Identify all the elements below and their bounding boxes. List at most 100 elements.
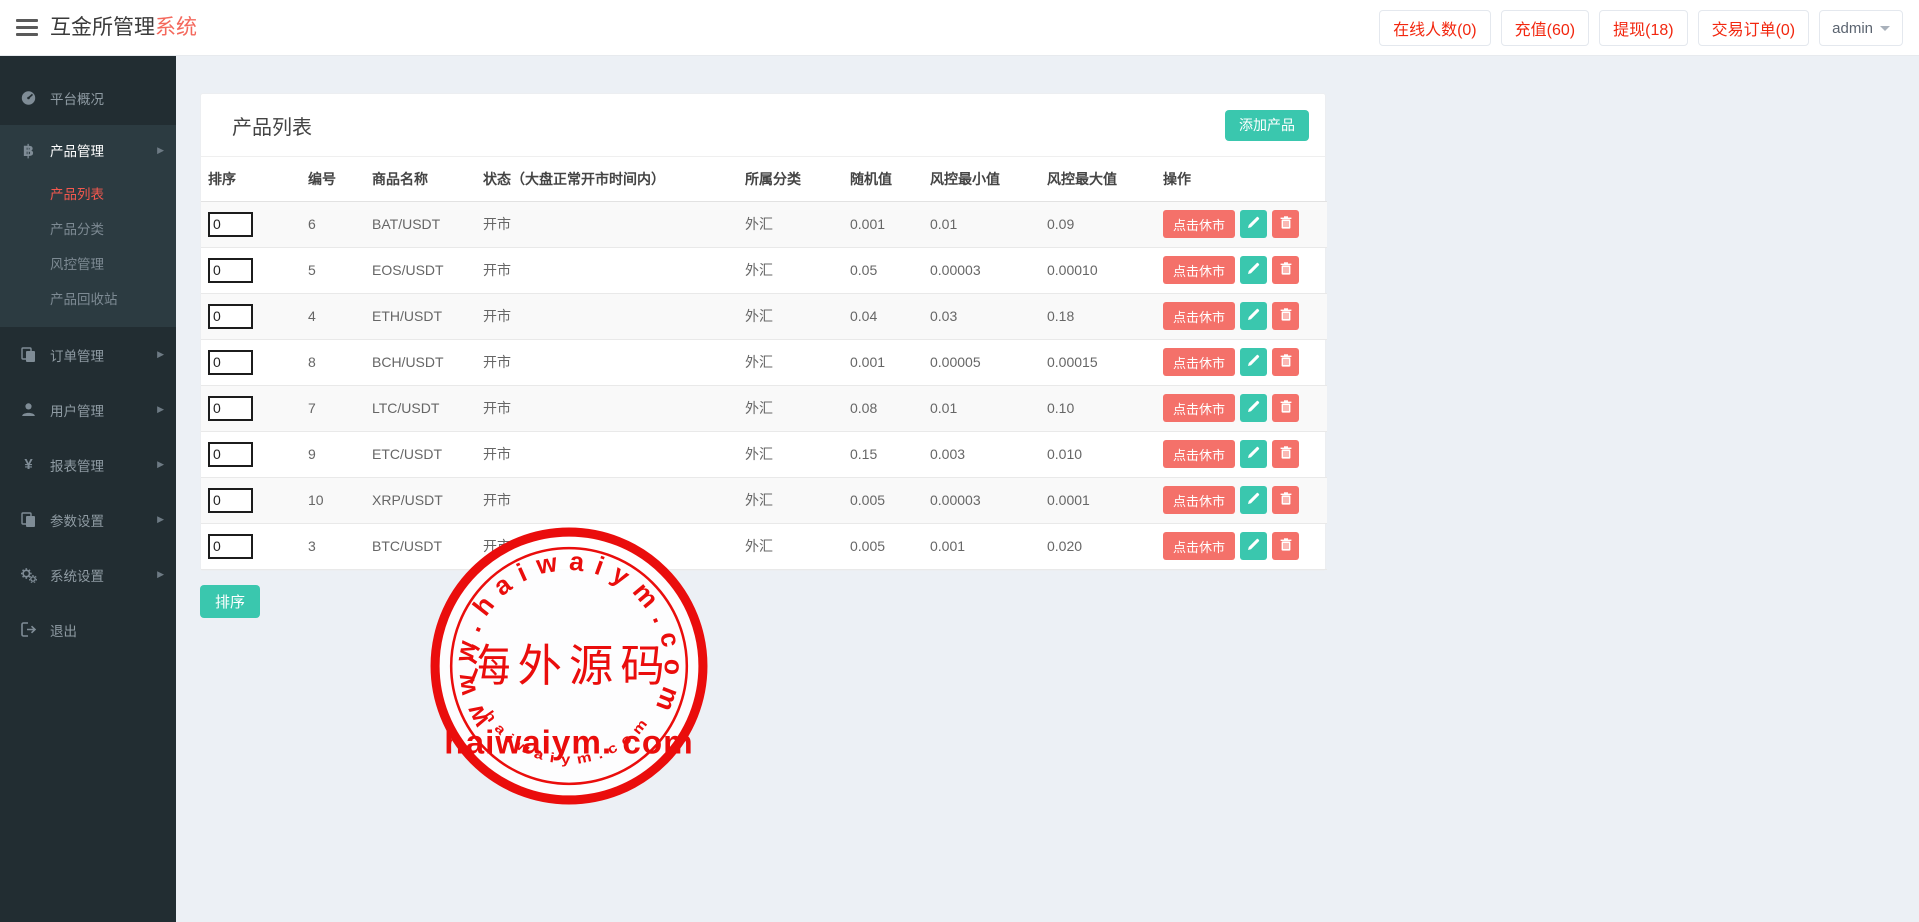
- logout-icon: [20, 622, 37, 637]
- sidebar-item-label: 平台概况: [50, 88, 166, 108]
- row-actions: 点击休市: [1163, 210, 1323, 238]
- product-name-cell: XRP/USDT: [365, 477, 476, 523]
- sidebar-group-product-management: ฿ 产品管理 ▶ 产品列表 产品分类 风控管理 产品回收站: [0, 125, 176, 327]
- chevron-right-icon: ▶: [157, 145, 164, 156]
- sidebar-item-product-management[interactable]: ฿ 产品管理 ▶: [0, 125, 176, 175]
- edit-button[interactable]: [1240, 486, 1267, 514]
- app-title-accent: 系统: [155, 16, 197, 39]
- chevron-right-icon: ▶: [157, 459, 164, 470]
- user-icon: [20, 402, 37, 417]
- product-id-cell: 7: [301, 385, 365, 431]
- product-status-cell: 开市: [476, 523, 738, 569]
- risk-min-cell: 0.003: [923, 431, 1040, 477]
- random-value-cell: 0.005: [843, 477, 923, 523]
- trade-orders-button[interactable]: 交易订单(0): [1698, 10, 1810, 46]
- product-name-cell: BTC/USDT: [365, 523, 476, 569]
- sidebar-item-report-management[interactable]: ¥ 报表管理 ▶: [0, 437, 176, 492]
- close-market-button[interactable]: 点击休市: [1163, 302, 1235, 330]
- user-name: admin: [1832, 20, 1873, 37]
- risk-max-cell: 0.00010: [1040, 247, 1156, 293]
- random-value-cell: 0.15: [843, 431, 923, 477]
- edit-button[interactable]: [1240, 348, 1267, 376]
- edit-button[interactable]: [1240, 394, 1267, 422]
- delete-button[interactable]: [1272, 394, 1299, 422]
- delete-button[interactable]: [1272, 486, 1299, 514]
- sort-order-input[interactable]: [208, 350, 253, 375]
- product-status-cell: 开市: [476, 247, 738, 293]
- app-title-main: 互金所管理: [50, 16, 155, 39]
- risk-max-cell: 0.0001: [1040, 477, 1156, 523]
- edit-button[interactable]: [1240, 256, 1267, 284]
- delete-button[interactable]: [1272, 440, 1299, 468]
- sort-order-input[interactable]: [208, 212, 253, 237]
- pencil-icon: [1247, 262, 1260, 278]
- delete-button[interactable]: [1272, 532, 1299, 560]
- random-value-cell: 0.001: [843, 201, 923, 247]
- product-id-cell: 6: [301, 201, 365, 247]
- sidebar-item-risk-management[interactable]: 风控管理: [0, 245, 176, 280]
- edit-button[interactable]: [1240, 440, 1267, 468]
- product-status-cell: 开市: [476, 431, 738, 477]
- table-body: 6 BAT/USDT 开市 外汇 0.001 0.01 0.09 点击休市 5 …: [201, 201, 1327, 569]
- sort-order-input[interactable]: [208, 488, 253, 513]
- product-category-cell: 外汇: [738, 339, 843, 385]
- product-name-cell: EOS/USDT: [365, 247, 476, 293]
- user-dropdown[interactable]: admin: [1819, 10, 1903, 46]
- sort-order-input[interactable]: [208, 534, 253, 559]
- recharge-button[interactable]: 充值(60): [1501, 10, 1589, 46]
- delete-button[interactable]: [1272, 348, 1299, 376]
- column-header: 风控最小值: [923, 157, 1040, 201]
- edit-button[interactable]: [1240, 210, 1267, 238]
- svg-text:haiwaiym.com: haiwaiym.com: [481, 708, 654, 767]
- product-id-cell: 3: [301, 523, 365, 569]
- trash-icon: [1280, 446, 1292, 462]
- close-market-button[interactable]: 点击休市: [1163, 440, 1235, 468]
- withdraw-button[interactable]: 提现(18): [1599, 10, 1687, 46]
- sidebar-item-platform-overview[interactable]: 平台概况: [0, 70, 176, 125]
- close-market-button[interactable]: 点击休市: [1163, 256, 1235, 284]
- chevron-right-icon: ▶: [157, 569, 164, 580]
- close-market-button[interactable]: 点击休市: [1163, 348, 1235, 376]
- trash-icon: [1280, 538, 1292, 554]
- delete-button[interactable]: [1272, 256, 1299, 284]
- sidebar-item-logout[interactable]: 退出: [0, 602, 176, 657]
- sort-order-input[interactable]: [208, 396, 253, 421]
- yen-icon: ¥: [20, 456, 37, 473]
- hamburger-menu-icon[interactable]: [16, 19, 38, 37]
- edit-button[interactable]: [1240, 302, 1267, 330]
- close-market-button[interactable]: 点击休市: [1163, 210, 1235, 238]
- table-row: 9 ETC/USDT 开市 外汇 0.15 0.003 0.010 点击休市: [201, 431, 1327, 477]
- delete-button[interactable]: [1272, 302, 1299, 330]
- risk-min-cell: 0.00003: [923, 247, 1040, 293]
- column-header: 状态（大盘正常开市时间内）: [476, 157, 738, 201]
- sort-order-input[interactable]: [208, 304, 253, 329]
- product-category-cell: 外汇: [738, 385, 843, 431]
- sidebar-item-label: 报表管理: [50, 455, 144, 475]
- sort-order-input[interactable]: [208, 442, 253, 467]
- row-actions: 点击休市: [1163, 348, 1323, 376]
- close-market-button[interactable]: 点击休市: [1163, 394, 1235, 422]
- panel-title: 产品列表: [232, 111, 312, 140]
- sidebar-item-label: 产品管理: [50, 140, 144, 160]
- sidebar-item-user-management[interactable]: 用户管理 ▶: [0, 382, 176, 437]
- sort-submit-button[interactable]: 排序: [200, 585, 260, 618]
- close-market-button[interactable]: 点击休市: [1163, 532, 1235, 560]
- pencil-icon: [1247, 538, 1260, 554]
- sidebar-item-product-recycle-bin[interactable]: 产品回收站: [0, 280, 176, 315]
- sidebar-item-parameter-settings[interactable]: 参数设置 ▶: [0, 492, 176, 547]
- delete-button[interactable]: [1272, 210, 1299, 238]
- close-market-button[interactable]: 点击休市: [1163, 486, 1235, 514]
- risk-min-cell: 0.01: [923, 385, 1040, 431]
- add-product-button[interactable]: 添加产品: [1225, 110, 1309, 141]
- sidebar-item-product-list[interactable]: 产品列表: [0, 175, 176, 210]
- risk-min-cell: 0.00003: [923, 477, 1040, 523]
- sidebar-item-product-category[interactable]: 产品分类: [0, 210, 176, 245]
- sidebar-item-system-settings[interactable]: 系统设置 ▶: [0, 547, 176, 602]
- trash-icon: [1280, 354, 1292, 370]
- table-row: 10 XRP/USDT 开市 外汇 0.005 0.00003 0.0001 点…: [201, 477, 1327, 523]
- sidebar-item-order-management[interactable]: 订单管理 ▶: [0, 327, 176, 382]
- sort-order-input[interactable]: [208, 258, 253, 283]
- online-users-button[interactable]: 在线人数(0): [1379, 10, 1491, 46]
- edit-button[interactable]: [1240, 532, 1267, 560]
- product-name-cell: ETC/USDT: [365, 431, 476, 477]
